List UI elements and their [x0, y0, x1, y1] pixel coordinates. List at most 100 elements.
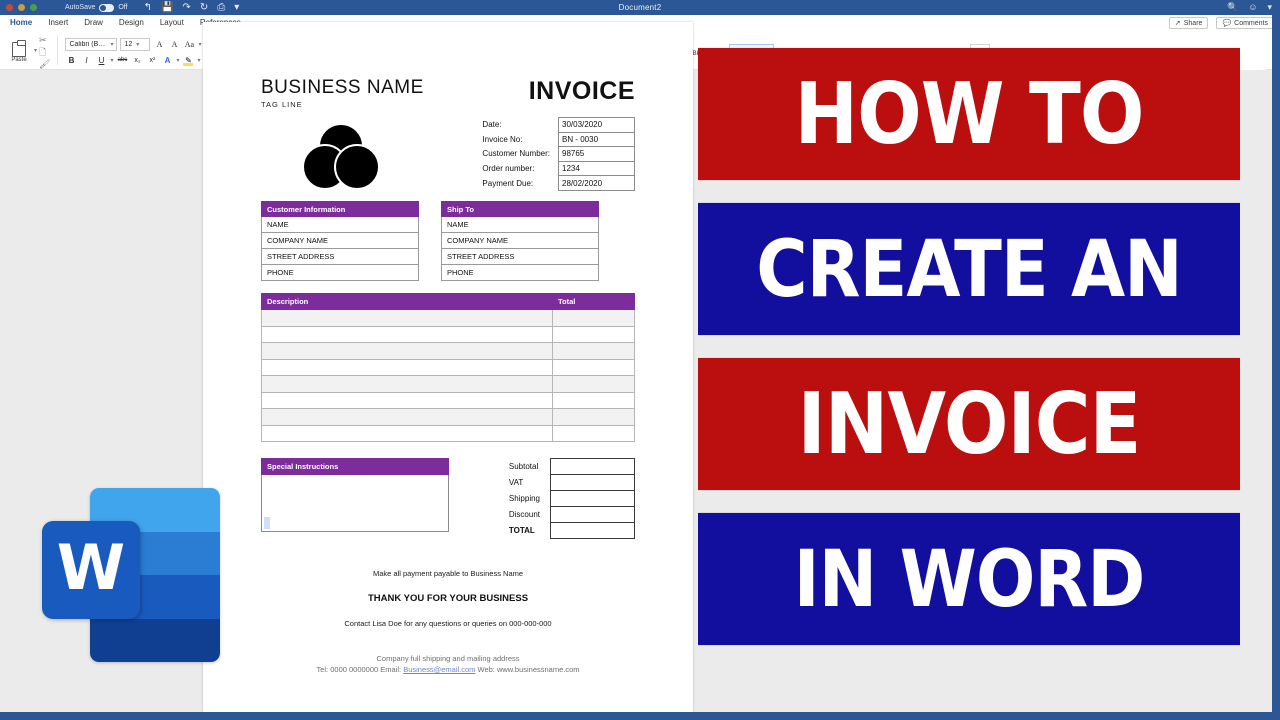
- cell-total[interactable]: [552, 309, 635, 327]
- text-color-chevron-down-icon[interactable]: ▾: [176, 57, 179, 64]
- table-row[interactable]: [261, 342, 635, 360]
- tab-layout[interactable]: Layout: [152, 15, 192, 31]
- customer-field[interactable]: COMPANY NAME: [261, 232, 419, 249]
- meta-value[interactable]: 28/02/2020: [558, 175, 635, 191]
- highlight-color-button[interactable]: ✎: [182, 54, 194, 67]
- grand-total-value[interactable]: [550, 522, 635, 539]
- table-row[interactable]: [261, 391, 635, 409]
- tab-home[interactable]: Home: [2, 15, 41, 32]
- totals-table: Subtotal VAT Shipping Discount TOTAL: [509, 458, 635, 539]
- meta-value[interactable]: 30/03/2020: [558, 117, 635, 133]
- cell-total[interactable]: [552, 358, 635, 376]
- account-icon[interactable]: ☺: [1248, 2, 1257, 13]
- total-value[interactable]: [550, 458, 635, 475]
- ship-to-field[interactable]: COMPANY NAME: [441, 232, 599, 249]
- search-icon[interactable]: 🔍: [1227, 2, 1238, 13]
- format-painter-icon[interactable]: 🖌: [39, 59, 50, 69]
- total-value[interactable]: [550, 506, 635, 523]
- document-page[interactable]: BUSINESS NAME TAG LINE INVOICE Date: 30/…: [203, 22, 693, 720]
- cell-total[interactable]: [552, 424, 635, 442]
- meta-label: Payment Due:: [482, 178, 534, 188]
- customer-field[interactable]: STREET ADDRESS: [261, 248, 419, 265]
- ship-to-field[interactable]: STREET ADDRESS: [441, 248, 599, 265]
- total-label: Shipping: [508, 494, 540, 503]
- tab-design[interactable]: Design: [111, 15, 152, 31]
- cell-description[interactable]: [261, 375, 553, 393]
- cell-description[interactable]: [261, 342, 553, 360]
- cell-description[interactable]: [261, 424, 553, 442]
- cell-total[interactable]: [552, 391, 635, 409]
- paste-button[interactable]: Paste: [4, 39, 34, 63]
- table-row[interactable]: STREET ADDRESS: [441, 248, 599, 265]
- font-size-select[interactable]: 12 ▾: [120, 37, 151, 51]
- meta-value[interactable]: 1234: [558, 160, 635, 177]
- table-row[interactable]: [261, 358, 635, 376]
- table-row[interactable]: [261, 325, 635, 343]
- table-row[interactable]: [261, 309, 635, 327]
- share-bar[interactable]: ➚ Share 💬 Comments: [1168, 17, 1274, 29]
- table-row[interactable]: NAME: [261, 216, 419, 233]
- text-color-button[interactable]: A: [161, 54, 173, 67]
- special-instructions-box[interactable]: Special Instructions: [261, 458, 449, 539]
- change-case-button[interactable]: Aa: [183, 38, 195, 51]
- special-instructions-body[interactable]: [261, 475, 449, 532]
- cell-description[interactable]: [261, 325, 553, 343]
- clipboard-mini-commands[interactable]: ✂ 🗋 🖌: [39, 33, 50, 69]
- table-row[interactable]: [261, 408, 635, 426]
- change-case-chevron-down-icon[interactable]: ▾: [198, 41, 201, 48]
- cell-description[interactable]: [261, 358, 553, 376]
- cell-total[interactable]: [552, 342, 635, 360]
- tab-draw[interactable]: Draw: [76, 15, 111, 31]
- shrink-font-button[interactable]: A: [168, 38, 180, 51]
- share-button[interactable]: ➚ Share: [1168, 17, 1209, 29]
- table-row[interactable]: PHONE: [261, 264, 419, 281]
- grow-font-button[interactable]: A: [153, 38, 165, 51]
- cell-total[interactable]: [552, 408, 635, 426]
- meta-label: Order number:: [482, 164, 535, 174]
- word-app-logo: W: [42, 481, 220, 662]
- customer-field[interactable]: PHONE: [261, 264, 419, 281]
- total-value[interactable]: [550, 474, 635, 491]
- meta-value[interactable]: 98765: [558, 146, 635, 162]
- table-row[interactable]: [261, 424, 635, 442]
- cell-total[interactable]: [552, 325, 635, 343]
- cell-description[interactable]: [261, 391, 553, 409]
- copy-icon[interactable]: 🗋: [39, 47, 50, 57]
- table-row[interactable]: PHONE: [441, 264, 599, 281]
- grand-total-label: TOTAL: [508, 526, 535, 535]
- italic-button[interactable]: I: [80, 54, 92, 67]
- ship-to-field[interactable]: PHONE: [441, 264, 599, 281]
- cell-total[interactable]: [552, 375, 635, 393]
- font-row-bottom: B I U ▾ abc x₂ x² A ▾ ✎ ▾: [65, 54, 222, 67]
- table-row[interactable]: STREET ADDRESS: [261, 248, 419, 265]
- titlebar-right-controls[interactable]: 🔍 ☺ ▾: [1227, 2, 1272, 13]
- banner-in-word: IN WORD: [698, 512, 1240, 646]
- invoice-title: INVOICE: [528, 77, 635, 105]
- underline-chevron-down-icon[interactable]: ▾: [110, 57, 113, 64]
- cell-description[interactable]: [261, 408, 553, 426]
- tab-insert[interactable]: Insert: [40, 15, 76, 31]
- underline-button[interactable]: U: [95, 54, 107, 67]
- email-link[interactable]: Business@email.com: [403, 665, 475, 674]
- superscript-button[interactable]: x²: [146, 54, 158, 67]
- subscript-button[interactable]: x₂: [131, 54, 143, 67]
- comments-button[interactable]: 💬 Comments: [1216, 17, 1274, 29]
- table-row[interactable]: NAME: [441, 216, 599, 233]
- scissors-icon[interactable]: ✂: [39, 35, 50, 45]
- paste-chevron-down-icon[interactable]: ▾: [34, 47, 37, 54]
- invoice-footer: Make all payment payable to Business Nam…: [261, 569, 635, 674]
- table-row[interactable]: COMPANY NAME: [441, 232, 599, 249]
- total-value[interactable]: [550, 490, 635, 507]
- highlight-chevron-down-icon[interactable]: ▾: [197, 57, 200, 64]
- cell-description[interactable]: [261, 309, 553, 327]
- table-row[interactable]: [261, 375, 635, 393]
- strikethrough-button[interactable]: abc: [116, 54, 128, 67]
- word-logo-band: [90, 618, 220, 662]
- table-row[interactable]: COMPANY NAME: [261, 232, 419, 249]
- bold-button[interactable]: B: [65, 54, 77, 67]
- logo-and-meta-row: Date: 30/03/2020 Invoice No: BN - 0030 C…: [261, 117, 635, 191]
- font-family-select[interactable]: Calibri (Bo... ▾: [65, 37, 118, 51]
- meta-value[interactable]: BN - 0030: [558, 131, 635, 148]
- ship-to-field[interactable]: NAME: [441, 216, 599, 233]
- customer-field[interactable]: NAME: [261, 216, 419, 233]
